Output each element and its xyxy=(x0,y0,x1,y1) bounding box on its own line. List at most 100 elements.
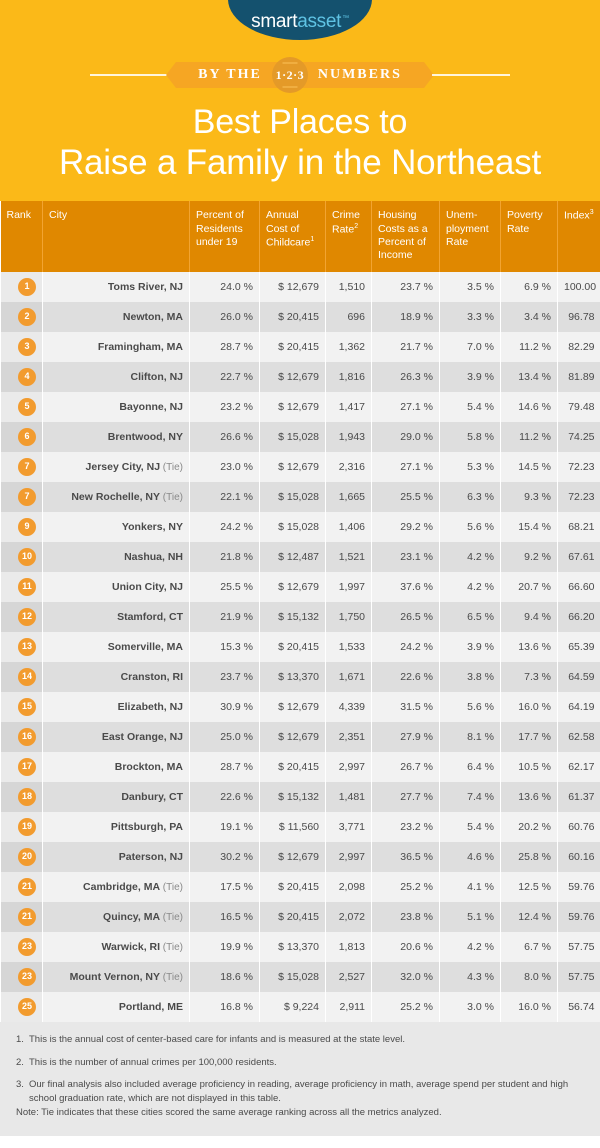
cell-index: 56.74 xyxy=(557,991,600,1022)
cell-crime: 2,527 xyxy=(325,961,372,992)
cell-crime: 2,997 xyxy=(325,751,372,782)
footnote-list: 1. This is the annual cost of center-base… xyxy=(16,1033,584,1106)
cell-pov: 20.2 % xyxy=(500,811,558,842)
table-row: 10 Nashua, NH 21.8 % $ 12,487 1,521 23.1 % 4.2… xyxy=(0,541,600,572)
cell-pov: 14.5 % xyxy=(500,451,558,482)
table-row: 21 Quincy, MA (Tie) 16.5 % $ 20,415 2,072 23.… xyxy=(0,901,600,932)
cell-pct: 23.0 % xyxy=(189,451,260,482)
footnote-text: This is the number of annual crimes per … xyxy=(29,1056,277,1068)
cell-crime: 4,339 xyxy=(325,691,372,722)
rank-badge: 21 xyxy=(18,907,36,926)
cell-house: 26.5 % xyxy=(371,601,440,632)
cell-rank: 7 xyxy=(0,451,43,482)
cell-crime: 1,943 xyxy=(325,421,372,452)
cell-unemp: 3.9 % xyxy=(439,361,501,392)
cell-index: 57.75 xyxy=(557,961,600,992)
cell-crime: 2,351 xyxy=(325,721,372,752)
table-row: 19 Pittsburgh, PA 19.1 % $ 11,560 3,771 23.2 … xyxy=(0,811,600,842)
cell-crime: 1,816 xyxy=(325,361,372,392)
rank-badge: 23 xyxy=(18,967,36,986)
cell-house: 25.5 % xyxy=(371,481,440,512)
cell-index: 59.76 xyxy=(557,871,600,902)
cell-rank: 3 xyxy=(0,331,43,362)
rank-badge: 9 xyxy=(18,517,36,536)
cell-house: 26.3 % xyxy=(371,361,440,392)
cell-pov: 3.4 % xyxy=(500,301,558,332)
cell-rank: 9 xyxy=(0,511,43,542)
cell-pct: 30.9 % xyxy=(189,691,260,722)
cell-house: 27.9 % xyxy=(371,721,440,752)
cell-house: 26.7 % xyxy=(371,751,440,782)
column-header-childcare-cost-label: Annual Cost of Childcare xyxy=(266,209,311,249)
rank-badge: 14 xyxy=(18,667,36,686)
banner-ribbon: BY THE 1·2·3 NUMBERS xyxy=(166,57,434,93)
table-row: 16 East Orange, NJ 25.0 % $ 12,679 2,351 27.9… xyxy=(0,721,600,752)
cell-pct: 22.7 % xyxy=(189,361,260,392)
rank-badge: 3 xyxy=(18,337,36,356)
rank-badge: 10 xyxy=(18,547,36,566)
cell-house: 21.7 % xyxy=(371,331,440,362)
rank-badge: 11 xyxy=(18,577,36,596)
cell-rank: 10 xyxy=(0,541,43,572)
cell-pov: 25.8 % xyxy=(500,841,558,872)
cell-pov: 6.7 % xyxy=(500,931,558,962)
cell-index: 64.59 xyxy=(557,661,600,692)
cell-city: Mount Vernon, NY (Tie) xyxy=(42,961,190,992)
cell-crime: 1,750 xyxy=(325,601,372,632)
cell-pov: 13.6 % xyxy=(500,631,558,662)
cell-pct: 26.6 % xyxy=(189,421,260,452)
cell-cost: $ 12,679 xyxy=(259,721,326,752)
cell-unemp: 4.2 % xyxy=(439,541,501,572)
cell-index: 59.76 xyxy=(557,901,600,932)
cell-city: Toms River, NJ xyxy=(42,271,190,302)
cell-unemp: 4.6 % xyxy=(439,841,501,872)
column-header-poverty-rate: Poverty Rate xyxy=(500,201,558,272)
table-row: 15 Elizabeth, NJ 30.9 % $ 12,679 4,339 31.5 %… xyxy=(0,691,600,722)
cell-city: Nashua, NH xyxy=(42,541,190,572)
column-header-unemployment: Unem- ployment Rate xyxy=(439,201,501,272)
cell-city: Pittsburgh, PA xyxy=(42,811,190,842)
cell-crime: 1,417 xyxy=(325,391,372,422)
column-header-childcare-cost: Annual Cost of Childcare1 xyxy=(259,201,326,272)
cell-index: 81.89 xyxy=(557,361,600,392)
tie-note: Note: Tie indicates that these cities sc… xyxy=(16,1106,584,1120)
rank-badge: 4 xyxy=(18,367,36,386)
smartasset-logo[interactable]: smartasset™ xyxy=(228,0,372,40)
cell-city: Paterson, NJ xyxy=(42,841,190,872)
column-header-housing-costs: Housing Costs as a Percent of Income xyxy=(371,201,440,272)
cell-pov: 11.2 % xyxy=(500,421,558,452)
cell-index: 74.25 xyxy=(557,421,600,452)
cell-unemp: 7.4 % xyxy=(439,781,501,812)
footnote-number: 3. xyxy=(16,1079,24,1091)
cell-index: 68.21 xyxy=(557,511,600,542)
cell-pct: 24.2 % xyxy=(189,511,260,542)
cell-city: Newton, MA xyxy=(42,301,190,332)
cell-cost: $ 12,679 xyxy=(259,391,326,422)
cell-index: 72.23 xyxy=(557,451,600,482)
table-row: 23 Warwick, RI (Tie) 19.9 % $ 13,370 1,813 20… xyxy=(0,931,600,962)
banner-left-text: BY THE xyxy=(198,67,262,82)
cell-index: 100.00 xyxy=(557,271,600,302)
footnote-marker-2: 2 xyxy=(354,222,359,230)
cell-pov: 7.3 % xyxy=(500,661,558,692)
table-row: 7 New Rochelle, NY (Tie) 22.1 % $ 15,028 1,6… xyxy=(0,481,600,512)
cell-pct: 23.2 % xyxy=(189,391,260,422)
cell-index: 79.48 xyxy=(557,391,600,422)
cell-pct: 28.7 % xyxy=(189,751,260,782)
rank-badge: 12 xyxy=(18,607,36,626)
footnote-text: Our final analysis also included average… xyxy=(29,1079,569,1105)
banner-right-text: NUMBERS xyxy=(317,67,402,82)
cell-cost: $ 20,415 xyxy=(259,751,326,782)
column-header-housing-costs-label: Housing Costs as a Percent of Income xyxy=(378,209,428,261)
column-header-rank-label: Rank xyxy=(6,209,32,222)
cell-house: 18.9 % xyxy=(371,301,440,332)
cell-crime: 2,072 xyxy=(325,901,372,932)
cell-house: 37.6 % xyxy=(371,571,440,602)
cell-pct: 21.8 % xyxy=(189,541,260,572)
cell-pov: 17.7 % xyxy=(500,721,558,752)
infographic-root: smartasset™ BY THE 1·2·3 NUMBERS Best Pl… xyxy=(0,0,600,1136)
cell-pct: 15.3 % xyxy=(189,631,260,662)
cell-pct: 30.2 % xyxy=(189,841,260,872)
cell-index: 96.78 xyxy=(557,301,600,332)
cell-crime: 1,665 xyxy=(325,481,372,512)
